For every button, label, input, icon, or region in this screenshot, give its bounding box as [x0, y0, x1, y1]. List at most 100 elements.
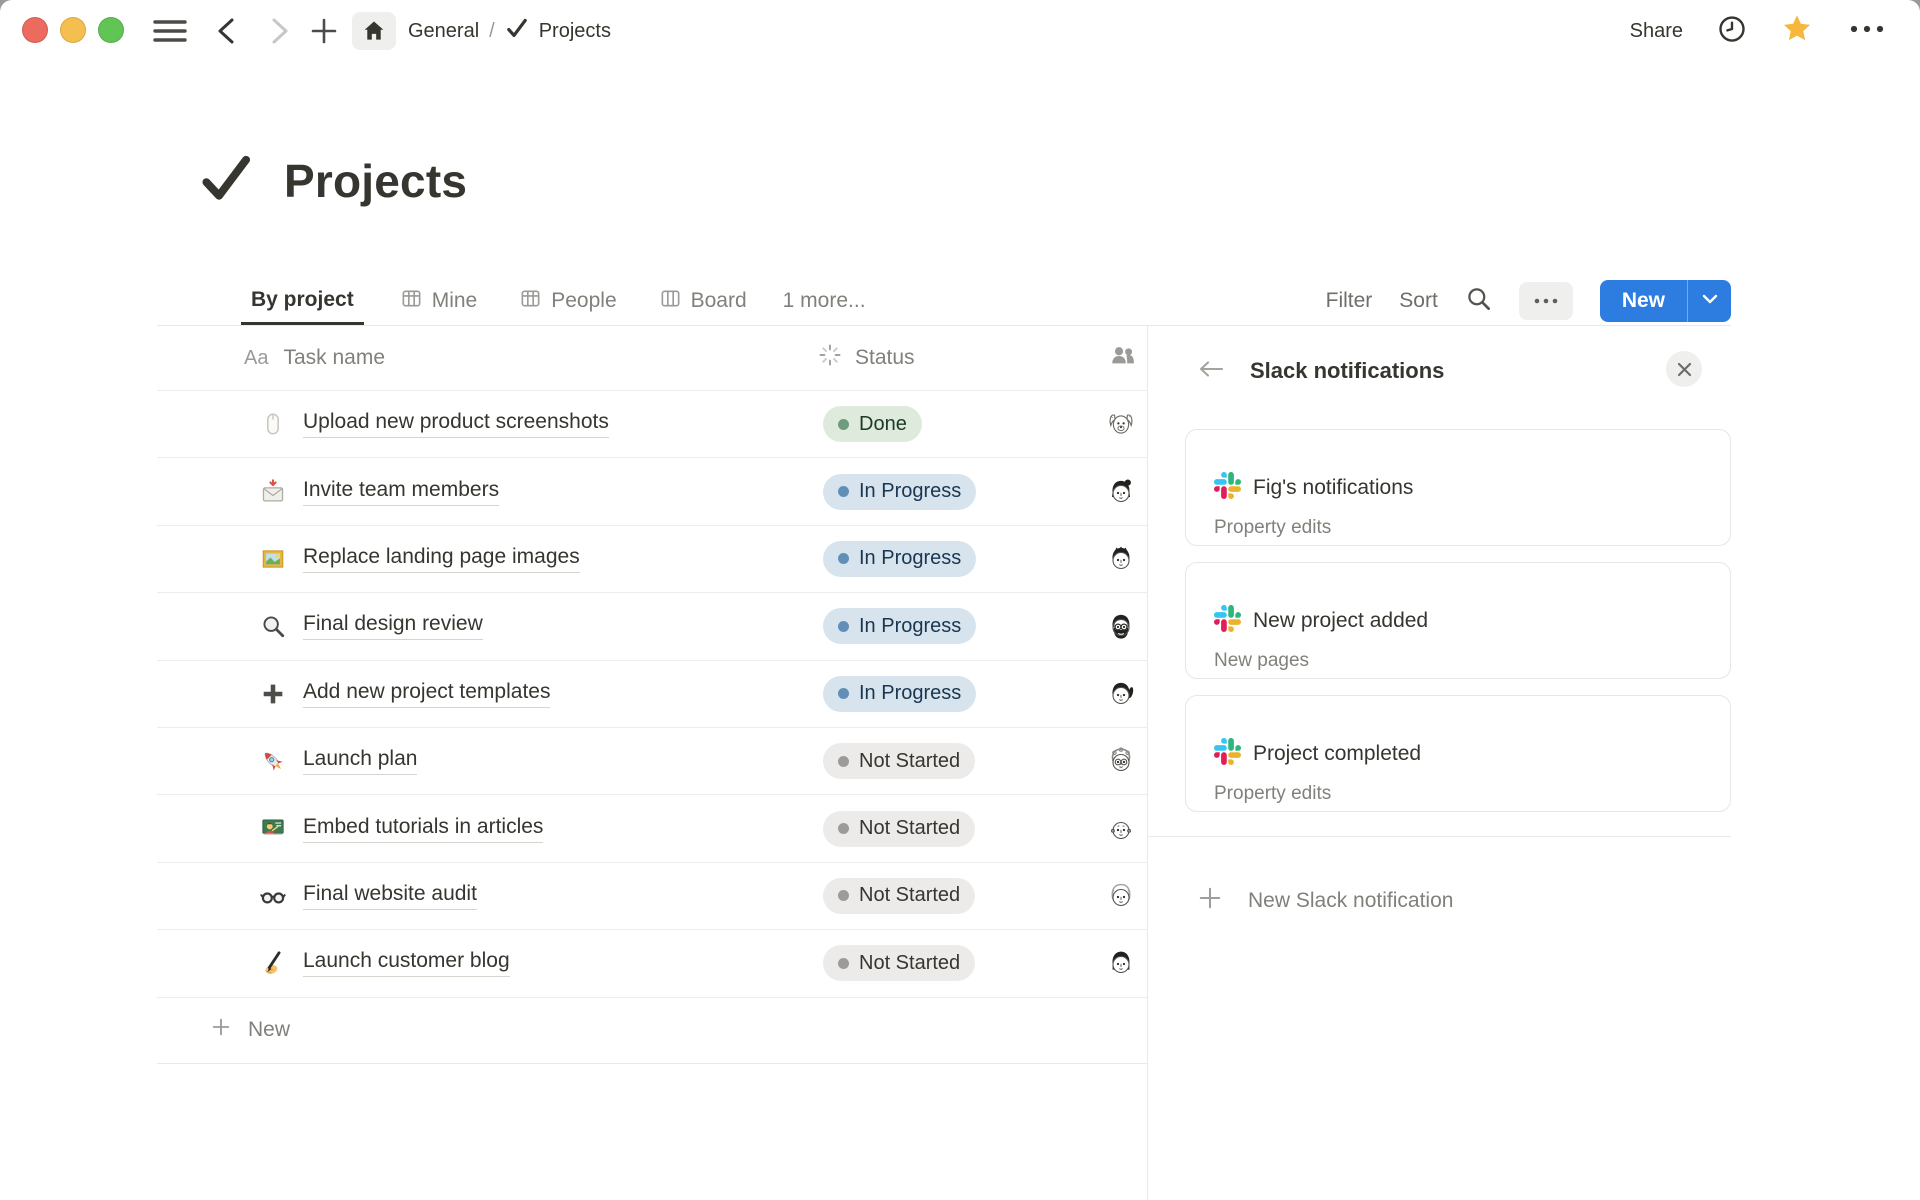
- task-title[interactable]: Launch plan: [303, 747, 417, 775]
- more-views-button[interactable]: 1 more...: [783, 289, 866, 313]
- status-badge[interactable]: Not Started: [823, 945, 975, 981]
- more-ellipsis-icon[interactable]: [1847, 17, 1887, 46]
- close-window-button[interactable]: [22, 17, 48, 43]
- avatar-woman-bob[interactable]: [1105, 947, 1137, 979]
- view-toolbar: By project Mine People Board 1 more... Filt…: [241, 277, 1731, 325]
- home-icon[interactable]: [352, 12, 396, 50]
- view-options-icon[interactable]: [1519, 282, 1573, 320]
- new-row-button[interactable]: New: [157, 997, 1147, 1064]
- teacher-icon: [260, 816, 286, 842]
- breadcrumb: General / Projects: [408, 0, 611, 62]
- task-title[interactable]: Final website audit: [303, 882, 477, 910]
- table-row[interactable]: Launch customer blog Not Started: [157, 929, 1147, 996]
- task-title[interactable]: Upload new product screenshots: [303, 410, 609, 438]
- table-row[interactable]: Upload new product screenshots Done: [157, 391, 1147, 457]
- table-body: Upload new product screenshots Done Invi…: [157, 391, 1147, 997]
- history-clock-icon[interactable]: [1717, 14, 1747, 49]
- status-dot-icon: [838, 958, 849, 969]
- slack-notification-card[interactable]: New project added New pages: [1185, 562, 1731, 679]
- page-title[interactable]: Projects: [284, 154, 467, 208]
- table-row[interactable]: Embed tutorials in articles Not Started: [157, 794, 1147, 861]
- table-row[interactable]: Final design review In Progress: [157, 592, 1147, 659]
- status-dot-icon: [838, 756, 849, 767]
- task-title[interactable]: Add new project templates: [303, 680, 550, 708]
- task-title[interactable]: Replace landing page images: [303, 545, 580, 573]
- avatar-man-beard-glasses[interactable]: [1105, 610, 1137, 642]
- page-check-icon[interactable]: [198, 150, 254, 211]
- menu-icon[interactable]: [150, 0, 190, 62]
- view-tab-people[interactable]: People: [513, 277, 622, 325]
- avatar-woman-bun[interactable]: [1105, 476, 1137, 508]
- back-icon[interactable]: [210, 0, 242, 62]
- incoming-envelope-icon: [260, 479, 286, 505]
- status-property-icon: [817, 342, 843, 374]
- chevron-down-icon: [1701, 292, 1719, 310]
- status-badge[interactable]: Not Started: [823, 811, 975, 847]
- avatar-man-spiky[interactable]: [1105, 543, 1137, 575]
- breadcrumb-root[interactable]: General: [408, 20, 479, 43]
- avatar-bald-sketch[interactable]: [1105, 813, 1137, 845]
- page-header: Projects: [198, 150, 467, 211]
- view-tab-by-project[interactable]: By project: [241, 277, 364, 325]
- status-badge[interactable]: Done: [823, 406, 922, 442]
- slack-notifications-panel: Slack notifications Fig's notifications …: [1148, 325, 1920, 1200]
- notification-trigger: Property edits: [1214, 517, 1702, 539]
- status-badge[interactable]: Not Started: [823, 878, 975, 914]
- share-button[interactable]: Share: [1630, 20, 1683, 43]
- panel-title: Slack notifications: [1250, 358, 1444, 384]
- people-property-icon[interactable]: [1109, 341, 1137, 375]
- column-task-name[interactable]: Task name: [283, 346, 385, 370]
- close-icon[interactable]: [1666, 351, 1702, 387]
- status-badge[interactable]: Not Started: [823, 743, 975, 779]
- slack-notification-card[interactable]: Fig's notifications Property edits: [1185, 429, 1731, 546]
- table-row[interactable]: Replace landing page images In Progress: [157, 525, 1147, 592]
- forward-icon[interactable]: [264, 0, 296, 62]
- status-badge[interactable]: In Progress: [823, 676, 976, 712]
- breadcrumb-page[interactable]: Projects: [505, 16, 611, 46]
- status-dot-icon: [838, 688, 849, 699]
- titlebar-actions: Share: [1630, 0, 1887, 62]
- notification-trigger: New pages: [1214, 650, 1702, 672]
- zoom-window-button[interactable]: [98, 17, 124, 43]
- avatar-dog-sketch[interactable]: [1105, 408, 1137, 440]
- favorite-star-icon[interactable]: [1781, 13, 1813, 50]
- new-entry-dropdown[interactable]: [1687, 280, 1731, 322]
- computer-mouse-icon: [260, 411, 286, 437]
- notification-trigger: Property edits: [1214, 783, 1702, 805]
- heavy-plus-icon: [260, 681, 286, 707]
- view-controls: Filter Sort New: [1326, 280, 1731, 322]
- status-badge[interactable]: In Progress: [823, 541, 976, 577]
- new-slack-notification-button[interactable]: New Slack notification: [1197, 885, 1453, 917]
- text-property-icon: Aa: [244, 347, 268, 370]
- task-title[interactable]: Embed tutorials in articles: [303, 815, 543, 843]
- notification-title: Fig's notifications: [1253, 476, 1413, 500]
- new-tab-icon[interactable]: [306, 0, 342, 62]
- task-title[interactable]: Final design review: [303, 612, 483, 640]
- table-row[interactable]: Invite team members In Progress: [157, 457, 1147, 524]
- column-status[interactable]: Status: [855, 346, 915, 370]
- avatar-sketch-woman[interactable]: [1105, 880, 1137, 912]
- status-dot-icon: [838, 553, 849, 564]
- filter-button[interactable]: Filter: [1326, 289, 1373, 313]
- search-icon[interactable]: [1465, 285, 1492, 317]
- minimize-window-button[interactable]: [60, 17, 86, 43]
- view-tab-board[interactable]: Board: [653, 277, 753, 325]
- slack-logo-icon: [1214, 605, 1241, 637]
- avatar-elder-glasses[interactable]: [1105, 745, 1137, 777]
- slack-notification-card[interactable]: Project completed Property edits: [1185, 695, 1731, 812]
- sort-button[interactable]: Sort: [1399, 289, 1438, 313]
- new-entry-button[interactable]: New: [1600, 280, 1687, 322]
- table-row[interactable]: Launch plan Not Started: [157, 727, 1147, 794]
- slack-logo-icon: [1214, 738, 1241, 770]
- check-mark-icon: [505, 16, 529, 46]
- view-tab-mine[interactable]: Mine: [394, 277, 484, 325]
- table-row[interactable]: Add new project templates In Progress: [157, 660, 1147, 727]
- task-title[interactable]: Launch customer blog: [303, 949, 510, 977]
- task-title[interactable]: Invite team members: [303, 478, 499, 506]
- status-badge[interactable]: In Progress: [823, 474, 976, 510]
- avatar-woman-ponytail[interactable]: [1105, 678, 1137, 710]
- magnifying-glass-icon: [260, 613, 286, 639]
- table-row[interactable]: Final website audit Not Started: [157, 862, 1147, 929]
- status-badge[interactable]: In Progress: [823, 608, 976, 644]
- arrow-left-icon[interactable]: [1197, 357, 1225, 386]
